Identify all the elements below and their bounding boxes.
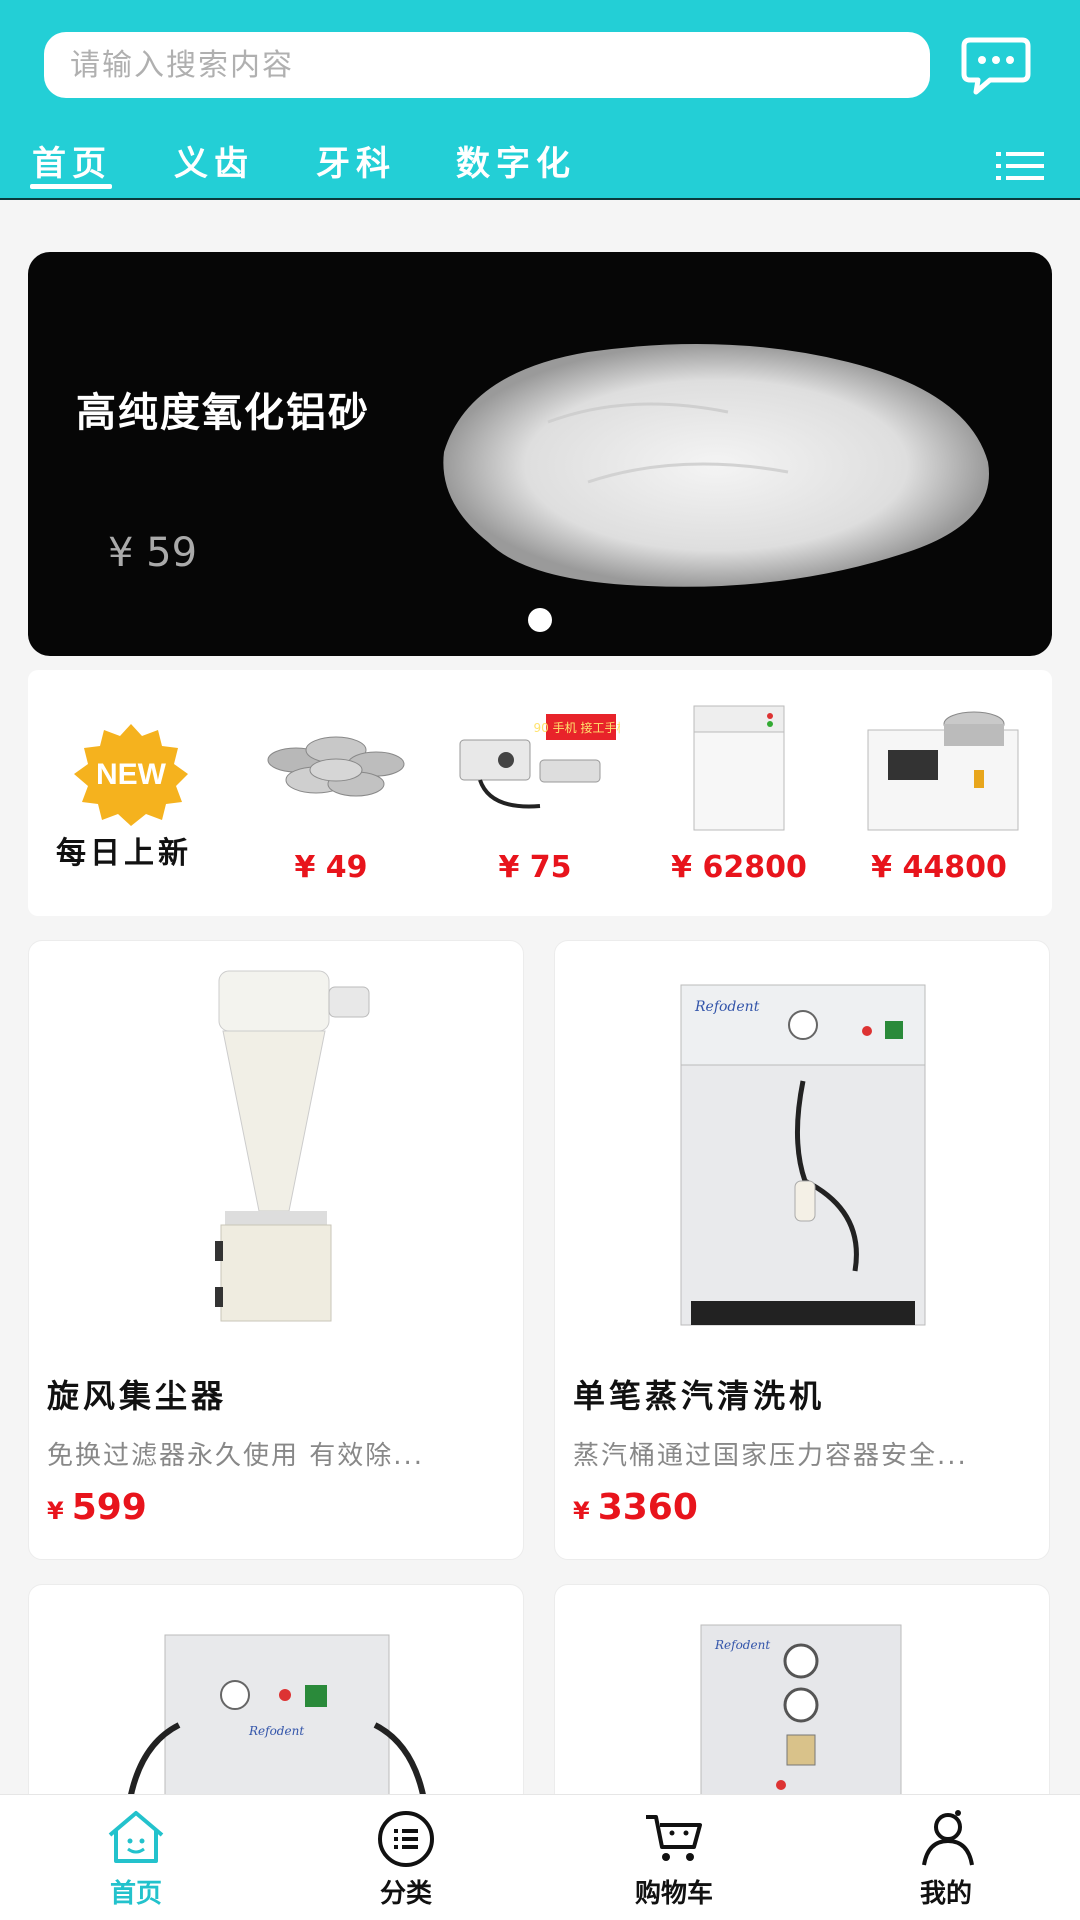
list-menu-icon[interactable]: [996, 146, 1046, 186]
nav-cart[interactable]: 购物车: [604, 1807, 744, 1917]
banner-price: ¥ 59: [108, 530, 198, 576]
tab-dentures[interactable]: 义齿: [174, 136, 254, 185]
home-icon: [108, 1811, 164, 1863]
alumina-sand-image: [443, 344, 989, 587]
chat-bubble-icon[interactable]: [960, 36, 1032, 98]
product-price: ¥599: [47, 1487, 147, 1528]
steam-cleaner-image: Refodent: [680, 984, 926, 1326]
category-tabs: 首页 义齿 牙科 数字化: [0, 132, 1080, 194]
product-name: 旋风集尘器: [47, 1377, 228, 1415]
search-bar[interactable]: [44, 32, 930, 98]
daily-item-price: ¥ 75: [498, 850, 572, 885]
category-icon: [378, 1811, 434, 1867]
app-header: 首页 义齿 牙科 数字化: [0, 0, 1080, 200]
micromotor-tag-text: 90 手机 接工手柄: [534, 720, 620, 735]
nav-home[interactable]: 首页: [66, 1807, 206, 1917]
banner-title: 高纯度氧化铝砂: [76, 390, 370, 436]
search-input[interactable]: [70, 47, 930, 83]
brand-text: Refodent: [248, 1724, 304, 1738]
casting-machine-image: [693, 705, 785, 831]
new-badge-icon: NEW: [74, 724, 188, 826]
brand-text: Refodent: [694, 999, 760, 1015]
product-name: 单笔蒸汽清洗机: [573, 1377, 826, 1415]
daily-item[interactable]: ¥ 62800: [654, 700, 824, 900]
product-price: ¥3360: [573, 1487, 698, 1528]
brand-text: Refodent: [714, 1638, 770, 1652]
active-tab-indicator: [30, 184, 112, 189]
daily-item-price: ¥ 49: [294, 850, 368, 885]
tab-dentistry[interactable]: 牙科: [316, 136, 396, 185]
tab-home[interactable]: 首页: [32, 136, 112, 185]
daily-item-price: ¥ 44800: [871, 850, 1007, 885]
product-desc: 免换过滤器永久使用 有效除...: [47, 1441, 425, 1471]
carousel-indicator[interactable]: [528, 608, 552, 632]
daily-new-label: 每日上新: [56, 836, 192, 871]
tab-digital[interactable]: 数字化: [456, 136, 576, 185]
bottom-navigation: 首页 分类 购物车 我的: [0, 1794, 1080, 1920]
daily-new-section: NEW 每日上新 ¥ 49 90 手机 接工手柄 ¥ 75 ¥ 62800 ¥ …: [28, 670, 1052, 916]
new-badge-text: NEW: [96, 758, 167, 791]
product-card[interactable]: Refodent 单笔蒸汽清洗机 蒸汽桶通过国家压力容器安全... ¥3360: [554, 940, 1050, 1560]
micromotor-image: 90 手机 接工手柄: [459, 714, 620, 809]
user-icon: [922, 1810, 974, 1866]
metal-discs-image: [267, 736, 405, 797]
cart-icon: [646, 1815, 702, 1861]
product-card[interactable]: 旋风集尘器 免换过滤器永久使用 有效除... ¥599: [28, 940, 524, 1560]
promo-banner[interactable]: 高纯度氧化铝砂 ¥ 59: [28, 252, 1052, 656]
product-desc: 蒸汽桶通过国家压力容器安全...: [573, 1441, 968, 1471]
daily-item[interactable]: ¥ 44800: [854, 700, 1024, 900]
daily-item[interactable]: 90 手机 接工手柄 ¥ 75: [450, 700, 620, 900]
daily-item-price: ¥ 62800: [671, 850, 807, 885]
nav-profile[interactable]: 我的: [876, 1807, 1016, 1917]
nav-category[interactable]: 分类: [336, 1807, 476, 1917]
daily-item[interactable]: ¥ 49: [246, 700, 416, 900]
titanium-casting-machine-image: [867, 711, 1019, 831]
cyclone-dust-collector-image: [215, 970, 370, 1322]
